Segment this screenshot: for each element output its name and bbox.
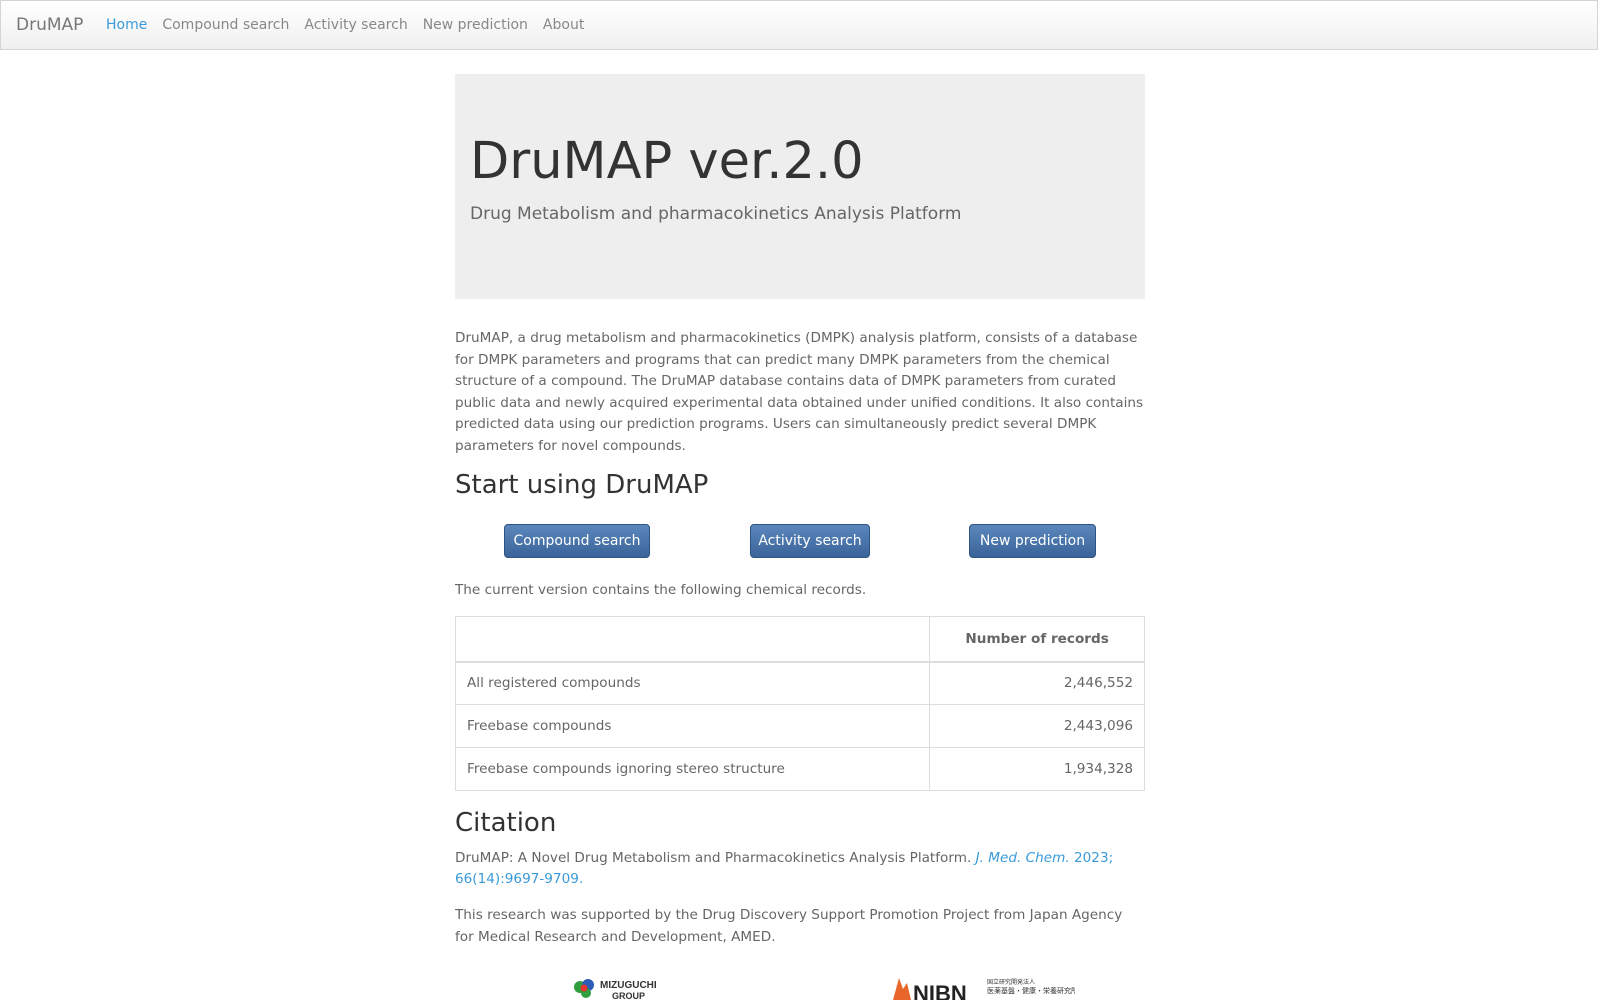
records-table: Number of records All registered compoun… (454, 616, 1145, 791)
page-title: DruMAP ver.2.0 (470, 132, 864, 191)
nibn-mark: NIBN (913, 981, 967, 1000)
row-label: All registered compounds (454, 661, 931, 705)
citation-journal: J. Med. Chem. (975, 850, 1070, 866)
nibn-logo[interactable]: NIBN 国立研究開発法人 医薬基盤・健康・栄養研究所 (885, 975, 1078, 1004)
row-label: Freebase compounds ignoring stereo struc… (454, 747, 931, 791)
compound-search-button[interactable]: Compound search (504, 524, 650, 558)
records-note: The current version contains the followi… (455, 582, 867, 598)
citation-text: DruMAP: A Novel Drug Metabolism and Phar… (455, 848, 1145, 890)
citation-title: DruMAP: A Novel Drug Metabolism and Phar… (455, 850, 972, 866)
nav-compound-search[interactable]: Compound search (162, 17, 289, 33)
top-navbar: DruMAP Home Compound search Activity sea… (0, 0, 1598, 50)
row-value: 2,446,552 (929, 661, 1145, 705)
activity-search-button[interactable]: Activity search (750, 524, 870, 558)
jumbotron: DruMAP ver.2.0 Drug Metabolism and pharm… (455, 74, 1145, 299)
nibn-logo-icon: NIBN 国立研究開発法人 医薬基盤・健康・栄養研究所 (893, 978, 1078, 1004)
nav-about[interactable]: About (543, 17, 584, 33)
table-header-count: Number of records (929, 616, 1145, 663)
table-row: All registered compounds 2,446,552 (454, 661, 1145, 705)
start-heading: Start using DruMAP (455, 470, 709, 500)
nav-new-prediction[interactable]: New prediction (423, 17, 528, 33)
new-prediction-button[interactable]: New prediction (969, 524, 1096, 558)
intro-paragraph: DruMAP, a drug metabolism and pharmacoki… (455, 330, 1144, 454)
nibn-line1: 国立研究開発法人 (987, 978, 1035, 986)
mizuguchi-line2: GROUP (612, 991, 645, 1000)
row-value: 2,443,096 (929, 704, 1145, 748)
page-subtitle: Drug Metabolism and pharmacokinetics Ana… (470, 204, 962, 224)
nibn-line2: 医薬基盤・健康・栄養研究所 (987, 986, 1075, 995)
table-header-row: Number of records (454, 616, 1145, 663)
nav-activity-search[interactable]: Activity search (304, 17, 407, 33)
mizuguchi-logo-icon: MIZUGUCHI GROUP (574, 979, 657, 1001)
mizuguchi-line1: MIZUGUCHI (600, 980, 657, 991)
table-row: Freebase compounds 2,443,096 (454, 704, 1145, 748)
nav-home[interactable]: Home (106, 17, 147, 33)
table-header-label (454, 616, 931, 663)
table-row: Freebase compounds ignoring stereo struc… (454, 747, 1145, 791)
brand-link[interactable]: DruMAP (16, 15, 83, 35)
nav-menu: Home Compound search Activity search New… (106, 17, 599, 33)
mizuguchi-group-logo[interactable]: MIZUGUCHI GROUP (570, 975, 670, 1001)
row-label: Freebase compounds (454, 704, 931, 748)
row-value: 1,934,328 (929, 747, 1145, 791)
support-paragraph: This research was supported by the Drug … (455, 907, 1123, 945)
citation-heading: Citation (455, 808, 557, 838)
